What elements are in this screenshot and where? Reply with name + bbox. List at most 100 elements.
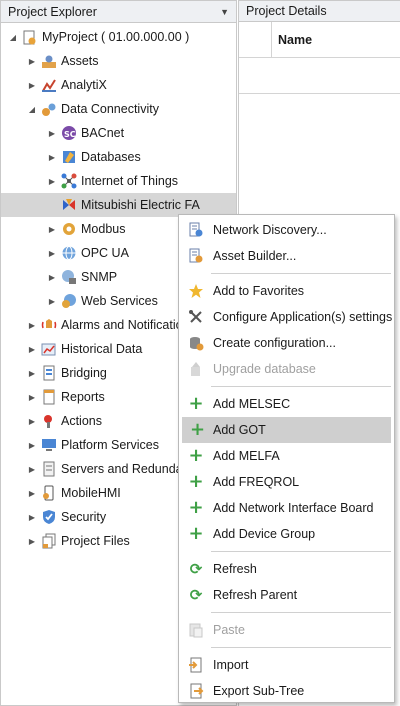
asset-builder-icon — [179, 248, 213, 264]
menu-item-export[interactable]: Export Sub-Tree — [179, 678, 394, 704]
add-icon: + — [188, 497, 204, 518]
expand-arrow-icon[interactable]: ▶ — [46, 225, 58, 234]
add-icon: + — [188, 523, 204, 544]
menu-item-add-nib[interactable]: + Add Network Interface Board — [179, 495, 394, 521]
menu-item-label: Add GOT — [213, 423, 266, 437]
collapse-arrow-icon[interactable]: ◢ — [26, 105, 38, 114]
modbus-icon — [60, 221, 77, 237]
import-icon — [179, 657, 213, 673]
tree-node-assets[interactable]: ▶ Assets — [1, 49, 236, 73]
tree-node-label: BACnet — [81, 126, 125, 140]
web-services-icon — [60, 293, 77, 309]
expand-arrow-icon[interactable]: ▶ — [26, 441, 38, 450]
snmp-icon — [60, 269, 77, 285]
menu-item-label: Add Network Interface Board — [213, 501, 374, 515]
tree-node-label: Actions — [61, 414, 102, 428]
collapse-arrow-icon[interactable]: ◢ — [7, 33, 19, 42]
tree-node-label: MobileHMI — [61, 486, 121, 500]
assets-icon — [40, 53, 57, 69]
menu-item-label: Import — [213, 658, 249, 672]
expand-arrow-icon[interactable]: ▶ — [26, 537, 38, 546]
menu-item-refresh[interactable]: ⟳ Refresh — [179, 556, 394, 582]
menu-item-label: Refresh — [213, 562, 257, 576]
svg-text:SC: SC — [64, 130, 76, 139]
panel-dropdown-icon[interactable]: ▼ — [220, 7, 229, 17]
menu-item-configure-app[interactable]: Configure Application(s) settings — [179, 304, 394, 330]
expand-arrow-icon[interactable]: ▶ — [26, 417, 38, 426]
bridging-icon — [40, 365, 57, 381]
project-files-icon — [40, 533, 57, 549]
paste-icon — [179, 622, 213, 638]
tree-node-label: Databases — [81, 150, 141, 164]
expand-arrow-icon[interactable]: ▶ — [46, 177, 58, 186]
refresh-icon: ⟳ — [189, 560, 203, 578]
tree-node-iot[interactable]: ▶ Internet of Things — [1, 169, 236, 193]
upgrade-database-icon — [179, 361, 213, 377]
menu-item-label: Configure Application(s) settings — [213, 310, 393, 324]
expand-arrow-icon[interactable]: ▶ — [46, 249, 58, 258]
expand-arrow-icon[interactable]: ▶ — [46, 273, 58, 282]
expand-arrow-icon[interactable]: ▶ — [46, 129, 58, 138]
expand-arrow-icon[interactable]: ▶ — [26, 369, 38, 378]
tree-node-label: Internet of Things — [81, 174, 179, 188]
expand-arrow-icon[interactable]: ▶ — [26, 393, 38, 402]
tree-node-bacnet[interactable]: ▶ SC BACnet — [1, 121, 236, 145]
menu-item-create-config[interactable]: Create configuration... — [179, 330, 394, 356]
menu-item-upgrade-db: Upgrade database — [179, 356, 394, 382]
expand-arrow-icon[interactable]: ▶ — [26, 513, 38, 522]
expand-arrow-icon[interactable]: ▶ — [26, 81, 38, 90]
add-icon: + — [189, 419, 206, 440]
star-icon — [179, 283, 213, 299]
tree-node-data-connectivity[interactable]: ◢ Data Connectivity — [1, 97, 236, 121]
context-menu: Network Discovery... Asset Builder... Ad… — [178, 214, 395, 703]
expand-arrow-icon[interactable]: ▶ — [26, 345, 38, 354]
tree-node-label: OPC UA — [81, 246, 129, 260]
iot-icon — [60, 173, 77, 189]
menu-item-network-discovery[interactable]: Network Discovery... — [179, 217, 394, 243]
menu-item-label: Add Device Group — [213, 527, 316, 541]
menu-item-add-favorites[interactable]: Add to Favorites — [179, 278, 394, 304]
tree-node-label: MyProject ( 01.00.000.00 ) — [42, 30, 190, 44]
menu-item-add-melfa[interactable]: + Add MELFA — [179, 443, 394, 469]
menu-item-label: Create configuration... — [213, 336, 336, 350]
expand-arrow-icon[interactable]: ▶ — [26, 489, 38, 498]
expand-arrow-icon[interactable]: ▶ — [26, 57, 38, 66]
tree-node-root[interactable]: ◢ MyProject ( 01.00.000.00 ) — [1, 25, 236, 49]
tree-node-analytix[interactable]: ▶ AnalytiX — [1, 73, 236, 97]
database-icon — [60, 149, 77, 165]
grid-row-divider — [239, 93, 400, 94]
menu-item-asset-builder[interactable]: Asset Builder... — [179, 243, 394, 269]
tree-node-label: Bridging — [61, 366, 107, 380]
tree-node-databases[interactable]: ▶ Databases — [1, 145, 236, 169]
menu-item-import[interactable]: Import — [179, 652, 394, 678]
tree-node-label: Alarms and Notifications — [61, 318, 196, 332]
menu-item-label: Paste — [213, 623, 245, 637]
menu-item-add-got[interactable]: + Add GOT — [182, 417, 391, 443]
menu-item-add-freqrol[interactable]: + Add FREQROL — [179, 469, 394, 495]
menu-item-add-melsec[interactable]: + Add MELSEC — [179, 391, 394, 417]
tree-node-label: Historical Data — [61, 342, 143, 356]
menu-item-label: Add MELFA — [213, 449, 280, 463]
add-icon: + — [188, 393, 204, 414]
menu-separator — [179, 382, 394, 391]
expand-arrow-icon[interactable]: ▶ — [46, 297, 58, 306]
project-details-title: Project Details — [246, 4, 327, 18]
tree-node-label: AnalytiX — [61, 78, 107, 92]
tree-node-label: Assets — [61, 54, 99, 68]
tree-node-label: Reports — [61, 390, 105, 404]
tree-node-label: Security — [61, 510, 107, 524]
tree-node-label: Web Services — [81, 294, 158, 308]
tree-node-label: Modbus — [81, 222, 126, 236]
expand-arrow-icon[interactable]: ▶ — [46, 153, 58, 162]
historical-data-icon — [40, 341, 57, 357]
security-icon — [40, 509, 57, 525]
menu-separator — [179, 608, 394, 617]
network-discovery-icon — [179, 222, 213, 238]
menu-item-refresh-parent[interactable]: ⟳ Refresh Parent — [179, 582, 394, 608]
menu-item-label: Add FREQROL — [213, 475, 300, 489]
expand-arrow-icon[interactable]: ▶ — [26, 465, 38, 474]
expand-arrow-icon[interactable]: ▶ — [26, 321, 38, 330]
column-header-name[interactable]: Name — [272, 22, 312, 57]
bacnet-icon: SC — [60, 125, 77, 141]
menu-item-add-device-group[interactable]: + Add Device Group — [179, 521, 394, 547]
